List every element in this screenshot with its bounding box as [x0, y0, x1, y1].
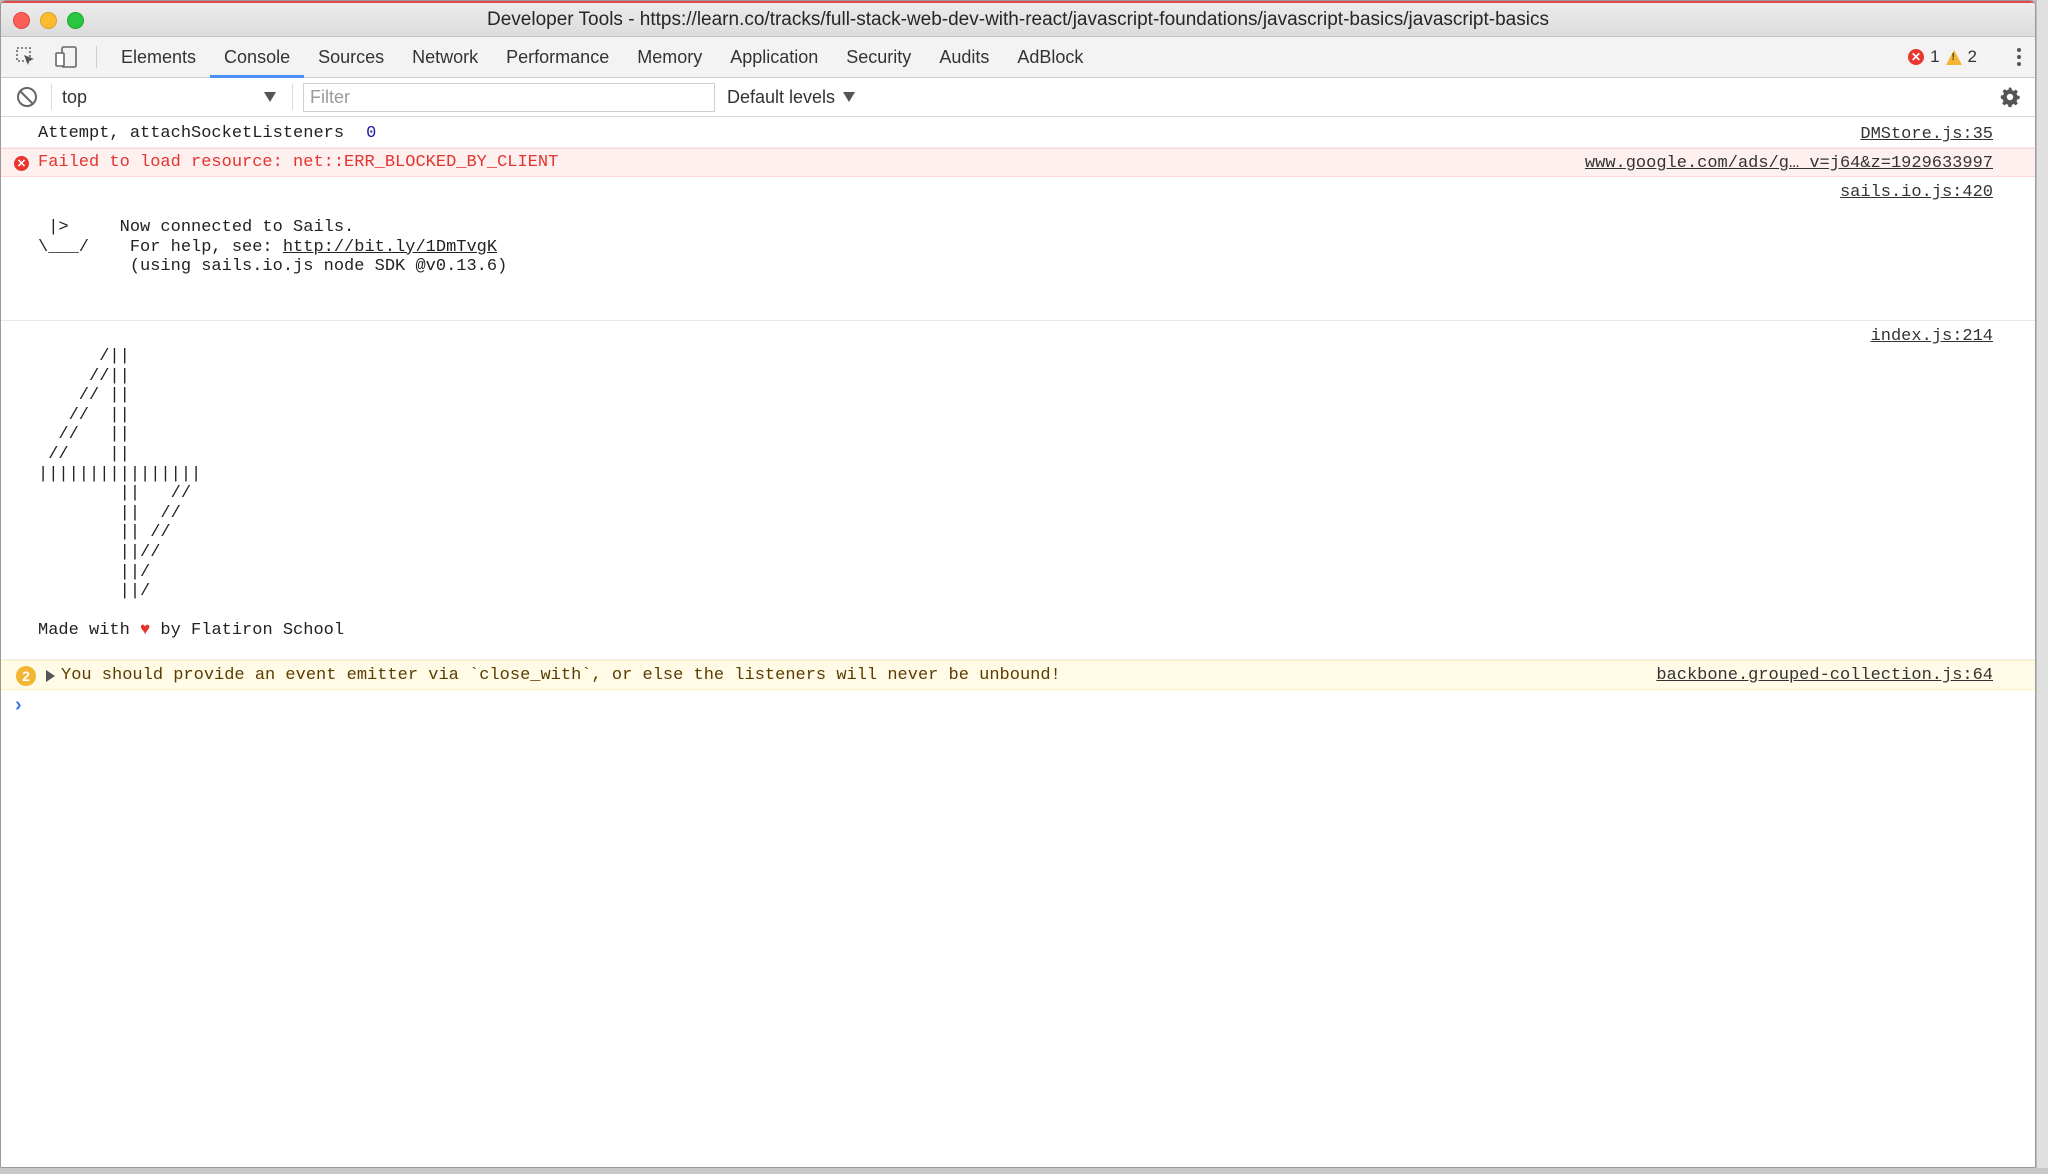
- background-page-edge: [2037, 0, 2048, 1174]
- source-link[interactable]: backbone.grouped-collection.js:64: [1656, 666, 1993, 685]
- close-window-button[interactable]: [13, 12, 30, 29]
- more-options-icon[interactable]: [2011, 42, 2027, 72]
- toolbar-divider: [292, 84, 293, 110]
- background-page-edge: [0, 1168, 2048, 1174]
- console-prompt[interactable]: ›: [1, 690, 2035, 720]
- console-message-error: ✕ Failed to load resource: net::ERR_BLOC…: [1, 148, 2035, 177]
- dropdown-arrow-icon: [264, 92, 276, 102]
- warning-count-icon: !: [1945, 49, 1962, 65]
- window-controls: [13, 12, 84, 29]
- clear-console-icon[interactable]: [17, 87, 37, 107]
- maximize-window-button[interactable]: [67, 12, 84, 29]
- panel-tab-bar: Elements Console Sources Network Perform…: [1, 37, 2035, 78]
- context-value: top: [62, 86, 88, 107]
- message-text: Attempt, attachSocketListeners: [38, 124, 345, 143]
- console-message-ascii-art: index.js:214 /|| //|| // || // || // || …: [1, 321, 2035, 660]
- title-bar: Developer Tools - https://learn.co/track…: [1, 1, 2035, 37]
- expand-triangle-icon[interactable]: [46, 670, 55, 682]
- error-count: 1: [1930, 47, 1940, 66]
- ascii-art: /|| //|| // || // || // || // || |||||||…: [38, 347, 202, 602]
- warning-repeat-count: 2: [16, 666, 36, 686]
- sails-art-line: \___/ For help, see:: [38, 237, 283, 257]
- issue-counters[interactable]: ✕ 1 ! 2: [1908, 37, 2027, 77]
- tab-sources[interactable]: Sources: [304, 37, 398, 77]
- tab-security[interactable]: Security: [832, 37, 925, 77]
- tab-adblock[interactable]: AdBlock: [1003, 37, 1097, 77]
- error-count-icon: ✕: [1908, 49, 1925, 65]
- device-toolbar-icon[interactable]: [48, 37, 84, 77]
- warning-count: 2: [1967, 47, 1977, 66]
- heart-icon: ♥: [140, 621, 151, 641]
- tab-memory[interactable]: Memory: [623, 37, 716, 77]
- console-message-sails: sails.io.js:420 |> Now connected to Sail…: [1, 177, 2035, 321]
- tab-console[interactable]: Console: [210, 37, 305, 78]
- toolbar-divider: [51, 84, 52, 110]
- source-link[interactable]: DMStore.js:35: [1860, 125, 1993, 144]
- tab-performance[interactable]: Performance: [492, 37, 623, 77]
- inspect-element-icon[interactable]: [8, 37, 44, 77]
- sails-help-link[interactable]: http://bit.ly/1DmTvgK: [283, 238, 497, 257]
- message-value: 0: [366, 124, 377, 143]
- log-levels-label: Default levels: [727, 86, 836, 107]
- prompt-chevron-icon: ›: [15, 694, 22, 716]
- source-link[interactable]: www.google.com/ads/g… v=j64&z=1929633997: [1585, 154, 1993, 173]
- source-link[interactable]: index.js:214: [1871, 327, 1993, 346]
- filter-input[interactable]: [303, 82, 715, 112]
- made-with-suffix: by Flatiron School: [150, 621, 345, 641]
- console-message-warning[interactable]: 2 You should provide an event emitter vi…: [1, 660, 2035, 690]
- dropdown-arrow-icon: [843, 92, 856, 102]
- sails-art-line: (using sails.io.js node SDK @v0.13.6): [38, 257, 508, 276]
- console-message-log: Attempt, attachSocketListeners 0 DMStore.…: [1, 119, 2035, 148]
- window-title: Developer Tools - https://learn.co/track…: [487, 8, 1549, 30]
- sails-art-line: |> Now connected to Sails.: [38, 218, 355, 237]
- devtools-window: Developer Tools - https://learn.co/track…: [0, 0, 2036, 1168]
- tab-audits[interactable]: Audits: [925, 37, 1003, 77]
- toolbar-divider: [96, 46, 97, 68]
- tab-network[interactable]: Network: [398, 37, 492, 77]
- tab-application[interactable]: Application: [716, 37, 832, 77]
- console-settings-gear-icon[interactable]: [1999, 86, 2021, 108]
- made-with-prefix: Made with: [38, 621, 141, 641]
- console-toolbar: top Default levels: [1, 78, 2035, 117]
- context-selector[interactable]: top: [62, 87, 282, 108]
- console-output[interactable]: Attempt, attachSocketListeners 0 DMStore.…: [1, 119, 2035, 1167]
- log-levels-dropdown[interactable]: Default levels: [727, 86, 856, 108]
- error-icon: ✕: [14, 156, 29, 171]
- minimize-window-button[interactable]: [40, 12, 57, 29]
- tab-elements[interactable]: Elements: [107, 37, 210, 77]
- source-link[interactable]: sails.io.js:420: [1840, 183, 1993, 202]
